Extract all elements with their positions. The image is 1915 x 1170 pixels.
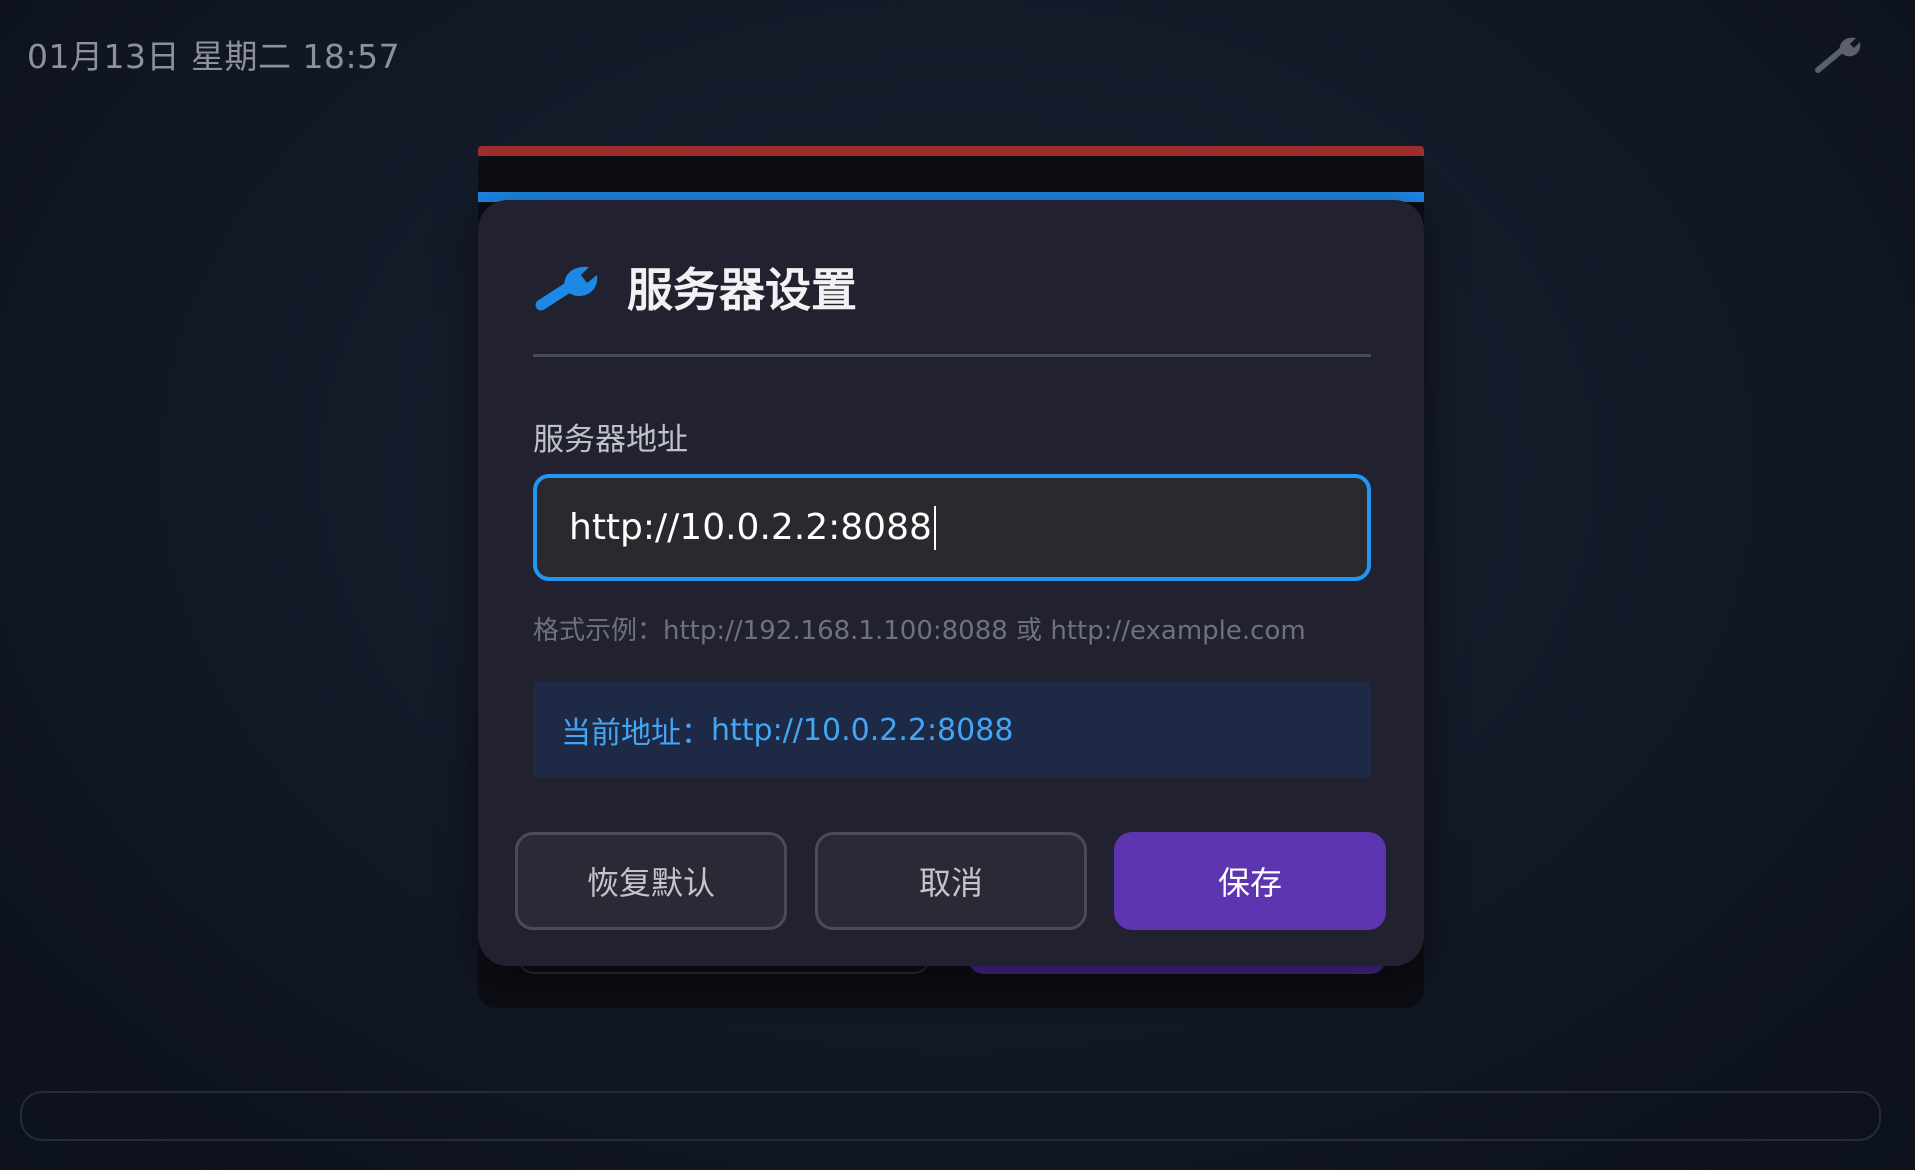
bottom-bar: [20, 1091, 1881, 1141]
screen: 01月13日 星期二 18:57 服务器设置 服务器地址 http://10.0…: [0, 0, 1915, 1170]
server-address-value: http://10.0.2.2:8088: [569, 507, 932, 548]
save-button[interactable]: 保存: [1114, 832, 1386, 930]
cancel-button[interactable]: 取消: [815, 832, 1087, 930]
server-settings-dialog: 服务器设置 服务器地址 http://10.0.2.2:8088 格式示例：ht…: [478, 200, 1424, 966]
status-datetime: 01月13日 星期二 18:57: [27, 37, 401, 76]
wrench-icon: [535, 266, 598, 311]
current-address-box: 当前地址： http://10.0.2.2:8088: [533, 682, 1371, 778]
dialog-title: 服务器设置: [627, 263, 857, 317]
text-caret: [933, 505, 936, 550]
wrench-icon[interactable]: [1812, 28, 1868, 76]
current-address-label: 当前地址：: [561, 716, 711, 751]
server-address-input[interactable]: http://10.0.2.2:8088: [533, 474, 1371, 581]
server-address-label: 服务器地址: [533, 422, 688, 458]
dialog-header: 服务器设置: [533, 252, 857, 322]
reset-default-button[interactable]: 恢复默认: [515, 832, 787, 930]
format-hint: 格式示例：http://192.168.1.100:8088 或 http://…: [533, 616, 1306, 646]
header-divider: [533, 354, 1371, 357]
backdrop-red-bar: [478, 146, 1424, 156]
current-address-value: http://10.0.2.2:8088: [711, 712, 1014, 748]
